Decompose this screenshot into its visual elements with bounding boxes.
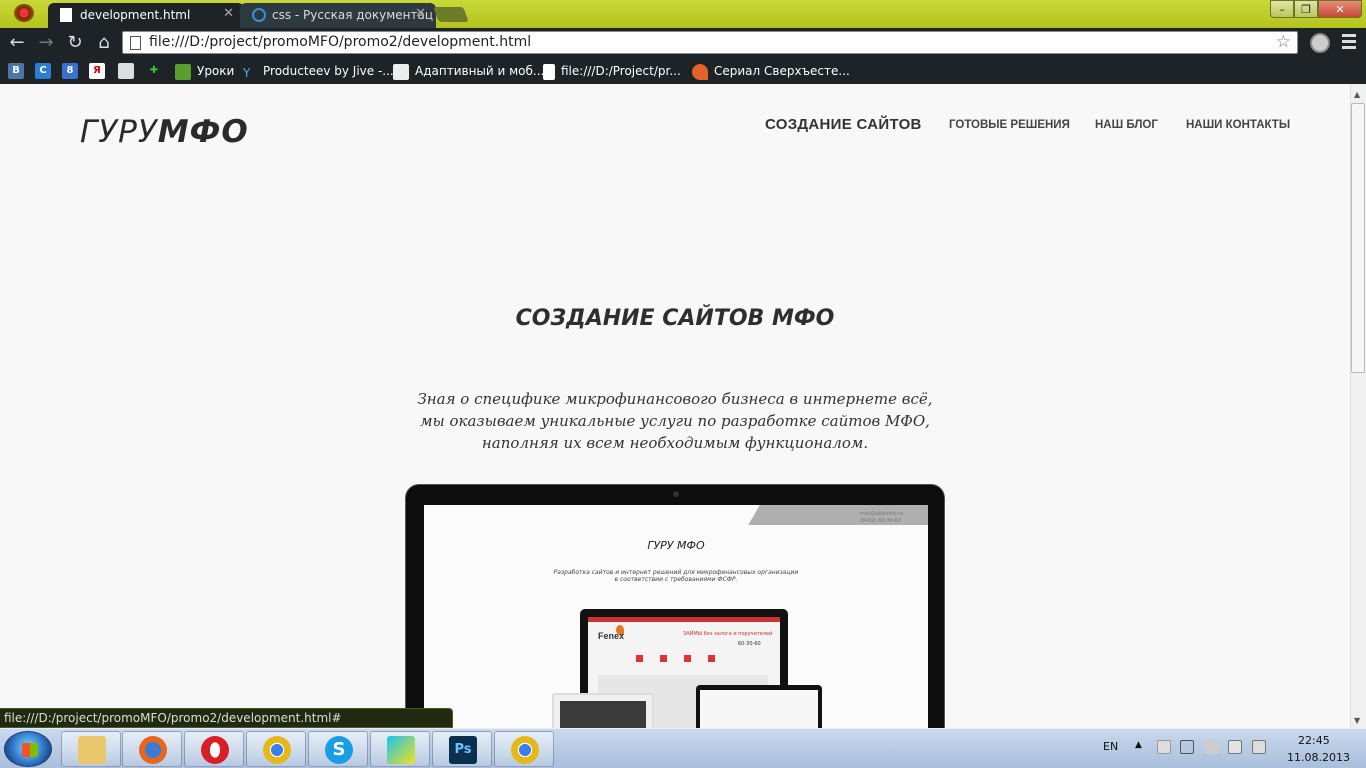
mini-phone: 60-30-60 [738,641,761,647]
monitor-image [696,685,822,728]
taskbar-opera[interactable] [184,731,244,767]
tab-css-docs[interactable]: css - Русская документац ✕ [240,3,436,28]
extension-icon[interactable] [1310,33,1330,53]
grid-bookmark-icon[interactable] [118,63,134,79]
page-title: СОЗДАНИЕ САЙТОВ МФО [515,306,835,331]
lead-text: Зная о специфике микрофинансового бизнес… [417,390,933,452]
mockup-contacts: mail@alterinfo.ru (8452) 60-30-63 [860,511,904,524]
new-tab-button[interactable] [433,7,469,22]
explorer-icon [78,736,106,764]
page-icon [130,36,141,50]
close-tab-icon[interactable]: ✕ [415,6,426,21]
browser-toolbar: ← → ↻ ⌂ file:///D:/project/promoMFO/prom… [0,28,1366,58]
bookmark-file[interactable]: file:///D:/Project/pr... [543,62,681,80]
start-button[interactable] [4,731,52,767]
laptop-screen: mail@alterinfo.ru (8452) 60-30-63 ГУРУ М… [424,505,928,728]
back-button[interactable]: ← [6,32,28,54]
bookmark-producteev[interactable]: Y Producteev by Jive -... [243,62,394,80]
address-text: file:///D:/project/promoMFO/promo2/devel… [149,34,532,50]
power-icon[interactable] [1205,740,1219,754]
home-button[interactable]: ⌂ [93,32,115,54]
mini-brand: Fenex [598,631,625,641]
chrome-logo-icon [14,4,34,22]
volume-icon[interactable] [1228,740,1242,754]
bookmark-serial[interactable]: Сериал Сверхъесте... [692,62,850,80]
forward-button[interactable]: → [35,32,57,54]
taskbar-webstorm[interactable] [370,731,430,767]
site-logo[interactable]: ГУРУМФО [80,114,249,150]
bookmark-star-icon[interactable]: ☆ [1276,32,1291,52]
taskbar-photoshop[interactable]: Ps [432,731,492,767]
windows-logo-icon [22,743,38,757]
mockup-logo: ГУРУ МФО [647,539,705,552]
nav-blog[interactable]: НАШ БЛОГ [1095,119,1158,131]
h-icon [393,63,409,80]
usb-icon[interactable] [1252,740,1266,754]
photoshop-icon: Ps [449,736,477,764]
page-icon [60,8,72,22]
c-bookmark-icon[interactable]: C [35,63,51,79]
skype-icon: S [325,736,353,764]
status-bubble: file:///D:/project/promoMFO/promo2/devel… [0,708,453,728]
reload-button[interactable]: ↻ [64,32,86,54]
3d-icon [175,63,191,80]
clock-date[interactable]: 11.08.2013 [1287,751,1350,764]
action-center-icon[interactable] [1157,740,1171,754]
page-viewport: ГУРУМФО СОЗДАНИЕ САЙТОВ ГОТОВЫЕ РЕШЕНИЯ … [0,84,1350,728]
taskbar-explorer[interactable] [61,731,121,767]
tab-title: css - Русская документац [272,8,434,22]
mockup-lead: Разработка сайтов и интернет решений для… [553,569,799,583]
bookmark-uroki[interactable]: Уроки [175,62,234,80]
scroll-up-icon[interactable]: ▲ [1354,90,1360,99]
bookmarks-bar: В C 8 Я ✚ Уроки Y Producteev by Jive -...… [0,58,1366,84]
taskbar-firefox[interactable] [122,731,182,767]
mini-steps [636,655,726,663]
network-icon[interactable] [1180,740,1194,754]
browser-titlebar: development.html ✕ css - Русская докумен… [0,0,1366,28]
producteev-icon: Y [243,65,251,80]
tab-development[interactable]: development.html ✕ [48,3,244,28]
language-indicator[interactable]: EN [1103,740,1118,753]
flame-icon [692,63,708,80]
close-window-button[interactable]: ✕ [1318,0,1362,18]
maximize-button[interactable]: ❐ [1294,0,1318,18]
nav-contacts[interactable]: НАШИ КОНТАКТЫ [1186,119,1290,131]
opera-icon [201,736,229,764]
google-bookmark-icon[interactable]: 8 [62,63,78,79]
mini-promo: ЗАЙМЫ без залога и поручителей [683,631,773,637]
address-bar[interactable]: file:///D:/project/promoMFO/promo2/devel… [122,31,1298,54]
taskbar-chrome[interactable] [246,731,306,767]
chrome-icon [263,736,291,764]
menu-icon[interactable] [1342,34,1356,50]
nav-create-sites[interactable]: СОЗДАНИЕ САЙТОВ [765,116,922,133]
scroll-down-icon[interactable]: ▼ [1354,716,1360,725]
file-icon [543,63,555,80]
webstorm-icon [387,736,415,764]
tray-expand-icon[interactable]: ▲ [1135,740,1142,750]
site-icon [252,8,266,22]
taskbar-skype[interactable]: S [308,731,368,767]
yandex-bookmark-icon[interactable]: Я [89,63,105,79]
laptop-mockup: mail@alterinfo.ru (8452) 60-30-63 ГУРУ М… [405,484,945,728]
firefox-icon [139,736,167,764]
nav-ready-solutions[interactable]: ГОТОВЫЕ РЕШЕНИЯ [949,119,1070,131]
tablet-image [552,693,654,728]
scroll-thumb[interactable] [1351,103,1365,373]
taskbar-chrome-2[interactable] [494,731,554,767]
arrow-bookmark-icon[interactable]: ✚ [146,63,162,79]
clock-time[interactable]: 22:45 [1298,734,1330,747]
vk-bookmark-icon[interactable]: В [8,63,24,79]
chrome-icon [511,736,539,764]
camera [673,491,679,497]
minimize-button[interactable]: – [1270,0,1294,18]
bookmark-adaptive[interactable]: Адаптивный и моб... [393,62,544,80]
tab-title: development.html [80,8,191,22]
close-tab-icon[interactable]: ✕ [223,6,234,21]
